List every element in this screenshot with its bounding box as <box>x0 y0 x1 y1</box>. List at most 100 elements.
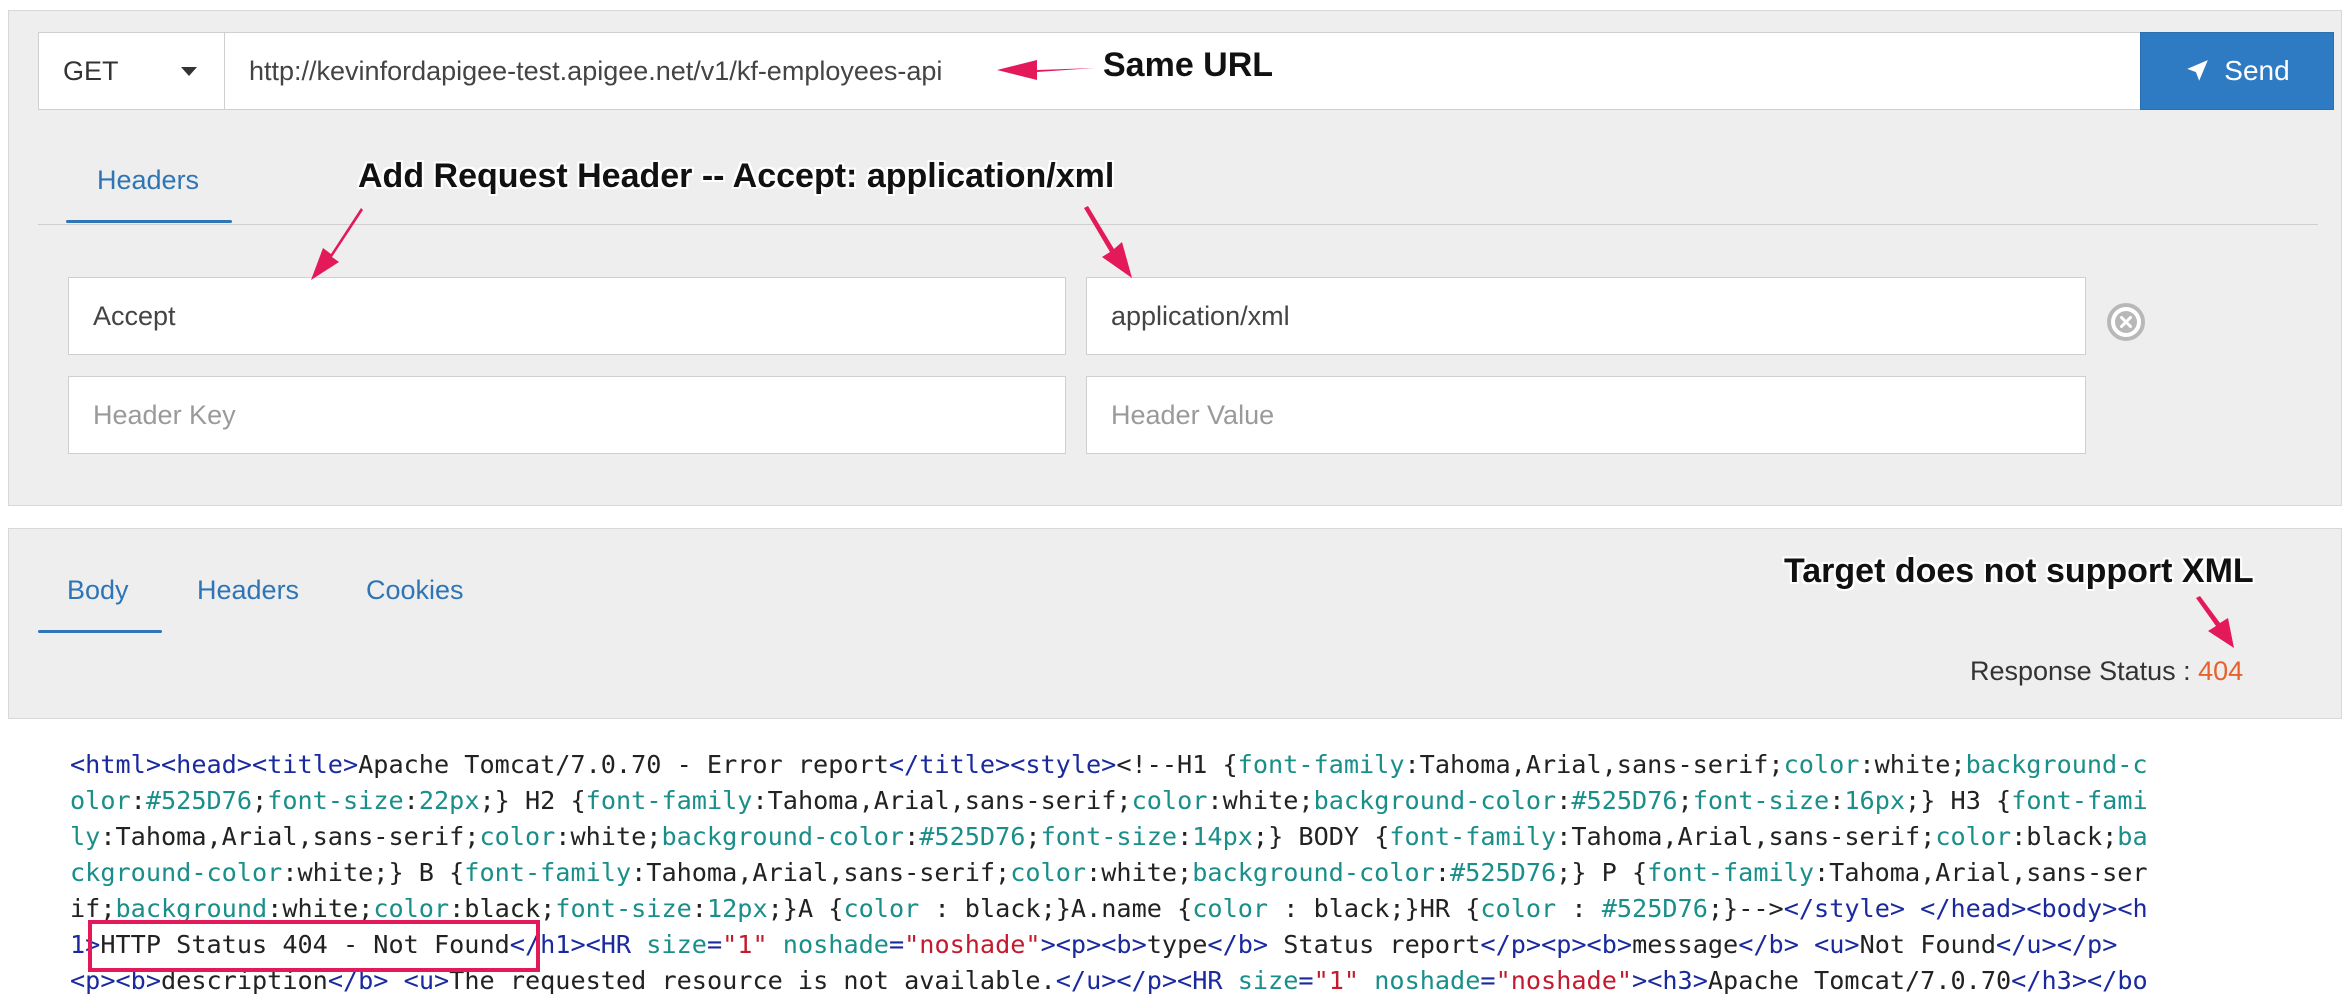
code-token: : black;}A.name { <box>919 894 1193 923</box>
code-token: ;}--> <box>1707 894 1784 923</box>
code-token: 22px <box>418 786 480 815</box>
code-token: noshade <box>1374 966 1481 995</box>
method-value: GET <box>63 55 119 86</box>
code-token: font-family <box>1237 750 1405 779</box>
annotation-same-url: Same URL <box>1103 46 1274 84</box>
code-token: background-color <box>1192 858 1435 887</box>
header-key-input-empty[interactable]: Header Key <box>68 376 1066 454</box>
code-token: : <box>130 786 146 815</box>
status-code: 404 <box>2198 656 2244 686</box>
code-token: Apache Tomcat/7.0.70 <box>1707 966 2012 995</box>
code-token: color <box>1192 894 1269 923</box>
code-token: </style> </head><body><h <box>1783 894 2148 923</box>
code-token: :black; <box>449 894 556 923</box>
code-token: 12px <box>706 894 768 923</box>
code-token: <!--H1 { <box>1116 750 1238 779</box>
code-token: ;} BODY { <box>1252 822 1390 851</box>
code-token: :Tahoma,Arial,sans-serif; <box>1404 750 1784 779</box>
annotation-arrow-url <box>997 60 1095 80</box>
paper-plane-icon <box>2187 60 2209 81</box>
send-label: Send <box>2224 55 2290 86</box>
code-token: The requested resource is not available. <box>449 966 1056 995</box>
code-token: :Tahoma,Arial,sans-serif; <box>100 822 480 851</box>
tab-response-body[interactable]: Body <box>67 575 129 606</box>
code-token: :white; <box>1086 858 1193 887</box>
code-token: = <box>1480 966 1496 995</box>
code-token: #525D76 <box>145 786 252 815</box>
code-token: </h3></bo <box>2011 966 2148 995</box>
annotation-arrow-status <box>2196 596 2234 648</box>
code-token: type <box>1146 930 1208 959</box>
remove-header-icon[interactable] <box>2106 302 2146 342</box>
header-key-value: Accept <box>93 300 176 331</box>
code-token: ; <box>252 786 268 815</box>
code-token: : black;}HR { <box>1268 894 1481 923</box>
code-token: 14px <box>1192 822 1253 851</box>
code-token: ; <box>1677 786 1693 815</box>
code-token: color <box>1480 894 1557 923</box>
code-token: :white; <box>267 894 374 923</box>
tab-request-headers[interactable]: Headers <box>97 165 199 196</box>
code-token: font-size <box>1040 822 1178 851</box>
code-token: : <box>1829 786 1845 815</box>
code-token: :black; <box>2011 822 2118 851</box>
send-button[interactable]: Send <box>2140 32 2334 110</box>
code-token: ><h3> <box>1632 966 1708 995</box>
code-token: color <box>1131 786 1208 815</box>
tab-request-headers-underline <box>66 220 232 223</box>
code-token: : <box>1556 786 1572 815</box>
code-token: color <box>479 822 556 851</box>
code-token: : <box>904 822 920 851</box>
code-token: = <box>706 930 723 959</box>
code-token: color <box>843 894 920 923</box>
header-key-input[interactable]: Accept <box>68 277 1066 355</box>
code-token: background-c <box>1965 750 2148 779</box>
code-token: color <box>373 894 450 923</box>
code-token: </b> <box>1207 930 1269 959</box>
method-select[interactable]: GET <box>38 32 226 110</box>
code-token: </u></p> <box>1996 930 2118 959</box>
tab-response-cookies[interactable]: Cookies <box>366 575 464 606</box>
code-token: <html><head><title> <box>70 750 359 779</box>
code-token: ; <box>1025 822 1041 851</box>
code-token: : <box>1434 858 1451 887</box>
header-value-value: application/xml <box>1111 300 1290 331</box>
code-token: ;}A { <box>767 894 844 923</box>
tab-response-headers[interactable]: Headers <box>197 575 299 606</box>
code-token: : <box>1177 822 1193 851</box>
code-token: font-family <box>1389 822 1557 851</box>
code-token: ba <box>2117 822 2148 851</box>
code-token: :Tahoma,Arial,sans-serif; <box>1556 822 1936 851</box>
code-token: background <box>115 894 268 923</box>
code-token: ckground-color <box>70 858 283 887</box>
code-token: ;} H3 { <box>1905 786 2012 815</box>
header-value-input[interactable]: application/xml <box>1086 277 2086 355</box>
code-token: ><p><b> <box>1040 930 1147 959</box>
code-token: font-family <box>464 858 632 887</box>
header-key-placeholder: Header Key <box>93 399 236 430</box>
code-token: noshade <box>782 930 889 959</box>
header-value-placeholder: Header Value <box>1111 399 1275 430</box>
header-value-input-empty[interactable]: Header Value <box>1086 376 2086 454</box>
code-token: "noshade" <box>1495 966 1633 995</box>
response-status-label: Response Status : <box>1970 656 2199 686</box>
code-token: : <box>691 894 707 923</box>
code-token: font-size <box>555 894 692 923</box>
request-tabs-divider <box>38 224 2318 225</box>
code-token: :Tahoma,Arial,sans-ser <box>1813 858 2148 887</box>
response-status: Response Status : 404 <box>1970 656 2243 687</box>
code-token: ly <box>70 822 101 851</box>
code-token: color <box>1783 750 1860 779</box>
code-token: 16px <box>1844 786 1906 815</box>
code-token: <u> <box>1814 930 1860 959</box>
code-token: "1" <box>722 930 768 959</box>
annotation-arrow-value <box>1084 206 1132 278</box>
code-token: #525D76 <box>1450 858 1557 887</box>
tab-response-body-underline <box>38 630 162 633</box>
code-token: :white; <box>555 822 662 851</box>
code-token: : <box>403 786 419 815</box>
annotation-add-header: Add Request Header -- Accept: applicatio… <box>358 157 1115 195</box>
